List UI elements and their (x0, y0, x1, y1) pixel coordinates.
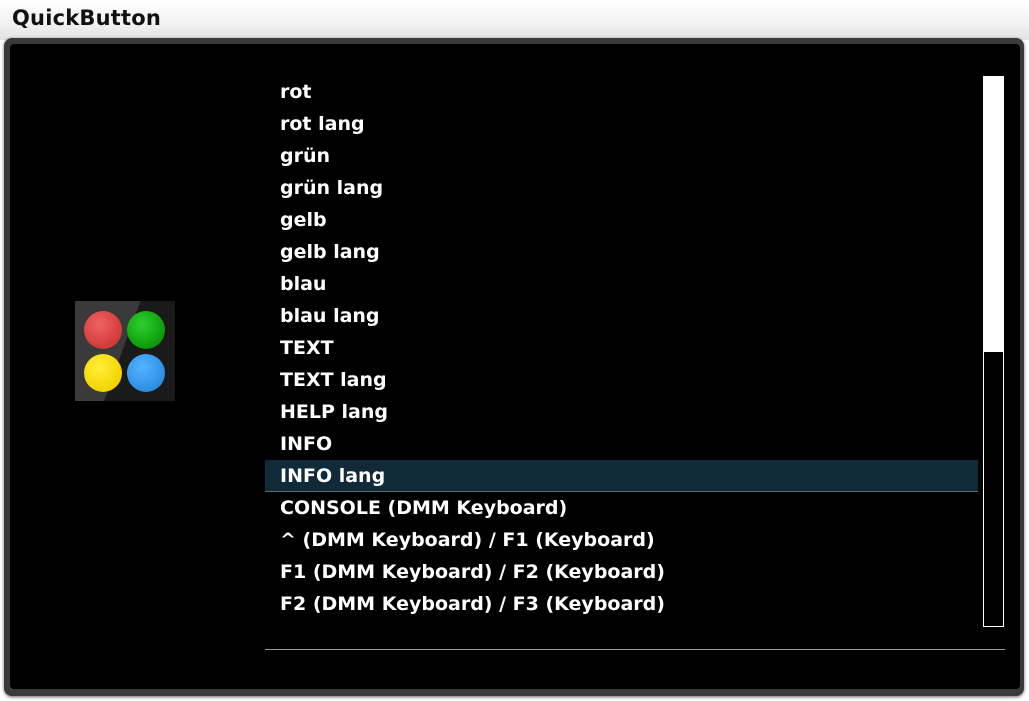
list-item[interactable]: blau (265, 268, 978, 300)
quickbutton-logo-icon (75, 301, 175, 401)
list-item[interactable]: rot (265, 76, 978, 108)
list-item[interactable]: TEXT (265, 332, 978, 364)
list-item[interactable]: F3 (DMM Keyboard) / F4 (Keyboard) (265, 620, 978, 628)
title-bar: QuickButton (0, 0, 1029, 40)
scrollbar-thumb[interactable] (984, 77, 1003, 352)
blue-button-icon (127, 354, 165, 392)
red-button-icon (84, 311, 122, 349)
list-item[interactable]: F1 (DMM Keyboard) / F2 (Keyboard) (265, 556, 978, 588)
list-item[interactable]: rot lang (265, 108, 978, 140)
yellow-button-icon (84, 354, 122, 392)
list-item[interactable]: F2 (DMM Keyboard) / F3 (Keyboard) (265, 588, 978, 620)
list-item[interactable]: HELP lang (265, 396, 978, 428)
list-item[interactable]: grün (265, 140, 978, 172)
list-item[interactable]: gelb lang (265, 236, 978, 268)
list-item[interactable]: TEXT lang (265, 364, 978, 396)
list-item[interactable]: ^ (DMM Keyboard) / F1 (Keyboard) (265, 524, 978, 556)
list-item[interactable]: gelb (265, 204, 978, 236)
list-item[interactable]: INFO (265, 428, 978, 460)
window-title: QuickButton (12, 6, 162, 30)
list-item[interactable]: CONSOLE (DMM Keyboard) (265, 492, 978, 524)
button-list[interactable]: rot rot lang grün grün lang gelb gelb la… (265, 76, 978, 628)
green-button-icon (127, 311, 165, 349)
list-item[interactable]: blau lang (265, 300, 978, 332)
list-item-selected[interactable]: INFO lang (265, 460, 978, 492)
list-item[interactable]: grün lang (265, 172, 978, 204)
list-scrollbar[interactable] (983, 76, 1004, 627)
divider (265, 649, 1005, 650)
